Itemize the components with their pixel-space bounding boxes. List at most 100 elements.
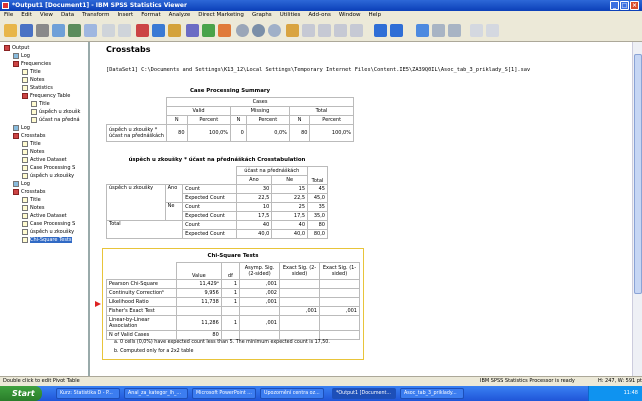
goto-data-icon[interactable] [136,24,149,37]
chi-cell: 1 [220,279,241,289]
chi-square-table[interactable]: Value df Asymp. Sig. (2-sided) Exact Sig… [106,262,360,340]
outline-item-label: Case Processing S [30,221,76,227]
outline-item[interactable]: Output [4,44,29,52]
menu-data[interactable]: Data [57,11,78,20]
new-text-icon[interactable] [286,24,299,37]
outline-item[interactable]: Title [22,140,41,148]
close-button[interactable]: × [630,1,639,10]
expand-icon[interactable] [318,24,331,37]
hide-item-icon[interactable] [470,24,483,37]
title-bar: *Output1 [Document1] - IBM SPSS Statisti… [0,0,642,11]
demote-icon[interactable] [390,24,403,37]
export-icon[interactable] [68,24,81,37]
outline-item[interactable]: úspěch u zkoušky [22,172,74,180]
outline-item-label: Title [39,101,50,107]
menu-help[interactable]: Help [365,11,386,20]
ct-cell: 25 [271,202,309,212]
outline-item[interactable]: Title [22,68,41,76]
menu-add-ons[interactable]: Add-ons [304,11,334,20]
outline-item[interactable]: Title [22,196,41,204]
promote-icon[interactable] [374,24,387,37]
menu-view[interactable]: View [36,11,57,20]
vertical-scrollbar[interactable] [632,42,642,376]
print-preview-icon[interactable] [52,24,65,37]
crosstab-table[interactable]: účast na přednáškách Total Ano Ne úspěch… [105,166,328,239]
task-powerpoint[interactable]: Microsoft PowerPoint ... [192,388,256,399]
maximize-button[interactable]: □ [620,1,629,10]
outline-item[interactable]: úspěch u zkoušk [31,108,80,116]
outline-item[interactable]: Case Processing S [22,220,75,228]
outline-item[interactable]: Frequencies [13,60,51,68]
outline-item[interactable]: Case Processing S [22,164,75,172]
outline-item[interactable]: Log [13,180,30,188]
outline-item[interactable]: Log [13,52,30,60]
menu-file[interactable]: File [0,11,17,20]
menu-graphs[interactable]: Graphs [248,11,276,20]
insert-heading-icon[interactable] [218,24,231,37]
goto-case-icon[interactable] [152,24,165,37]
hide-icon[interactable] [350,24,363,37]
menu-utilities[interactable]: Utilities [276,11,305,20]
outline-item[interactable]: Log [13,124,30,132]
outline-item[interactable]: Active Dataset [22,212,67,220]
start-button[interactable]: Start [0,386,42,401]
outline-item-label: Frequencies [21,61,51,67]
task-kurz-statistika[interactable]: Kurz: Statistika D - P... [56,388,120,399]
chart-icon[interactable] [186,24,199,37]
outline-item[interactable]: Title [31,100,50,108]
outline-item[interactable]: Notes [22,148,44,156]
case-processing-table[interactable]: Cases Valid Missing Total N Percent N Pe… [106,97,355,142]
show-item-icon[interactable] [486,24,499,37]
menu-window[interactable]: Window [335,11,365,20]
menu-edit[interactable]: Edit [17,11,36,20]
outline-item[interactable]: Crosstabs [13,188,46,196]
task-asoc-tab[interactable]: Asoc_tab_3_priklady... [400,388,464,399]
ct-cell: 80,0 [307,229,328,239]
outline-item[interactable]: Crosstabs [13,132,46,140]
menu-format[interactable]: Format [137,11,164,20]
outline-item[interactable]: Active Dataset [22,156,67,164]
redo-icon[interactable] [118,24,131,37]
add-icon[interactable] [432,24,445,37]
designate-window-icon[interactable] [236,24,249,37]
outline-item[interactable]: Frequency Table [22,92,70,100]
circle-icon[interactable] [252,24,265,37]
chi-cell: 9,956 [176,288,222,298]
outline-item[interactable]: Statistics [22,84,53,92]
outline-item[interactable]: Notes [22,76,44,84]
recall-dialog-icon[interactable] [84,24,97,37]
outline-item[interactable]: účast na předná [31,116,80,124]
chi-corner [106,262,177,280]
globe-icon[interactable] [268,24,281,37]
footnote-a: a. 0 cells (0,0%) have expected count le… [114,340,330,345]
save-icon[interactable] [20,24,33,37]
open-icon[interactable] [4,24,17,37]
show-icon[interactable] [334,24,347,37]
table-icon [31,116,37,123]
cps-percent-header: Percent [186,115,232,125]
variables-icon[interactable] [168,24,181,37]
zoom-in-icon[interactable] [416,24,429,37]
menu-insert[interactable]: Insert [113,11,137,20]
task-output1[interactable]: *Output1 [Document... [332,388,396,399]
menu-direct-marketing[interactable]: Direct Marketing [194,11,248,20]
outline-item[interactable]: úspěch u zkoušky [22,228,74,236]
collapse-icon[interactable] [302,24,315,37]
task-upozorneni[interactable]: Upozornění centra oz... [260,388,324,399]
scrollbar-thumb[interactable] [634,54,642,294]
remove-icon[interactable] [448,24,461,37]
outline-item[interactable]: Chi-Square Tests [22,236,72,244]
cps-missing-header: Missing [230,106,290,116]
task-anal-za-kategor[interactable]: Anal_za_kategor_lh_... [124,388,188,399]
ct-expected-label: Expected Count [182,211,237,221]
menu-transform[interactable]: Transform [78,11,113,20]
minimize-button[interactable]: _ [610,1,619,10]
chi-cell [220,306,241,316]
print-icon[interactable] [36,24,49,37]
undo-icon[interactable] [102,24,115,37]
cps-corner [106,97,167,125]
title-icon [31,100,37,107]
outline-item[interactable]: Notes [22,204,44,212]
table-icon[interactable] [202,24,215,37]
menu-analyze[interactable]: Analyze [165,11,195,20]
